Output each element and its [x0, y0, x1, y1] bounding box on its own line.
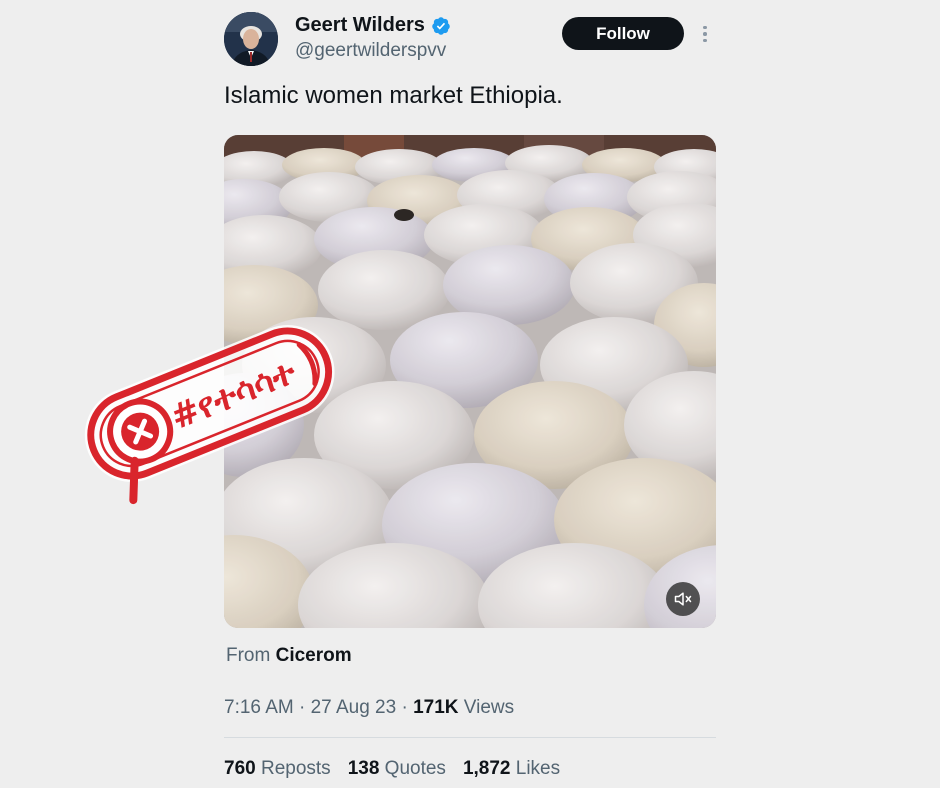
- verified-badge-icon: [432, 16, 450, 35]
- tweet-text: Islamic women market Ethiopia.: [224, 82, 563, 109]
- views-label: Views: [463, 697, 515, 718]
- author-name[interactable]: Geert Wilders: [295, 14, 451, 37]
- avatar[interactable]: [224, 12, 278, 66]
- tweet-time[interactable]: 7:16 AM: [224, 697, 294, 718]
- follow-button[interactable]: Follow: [562, 17, 684, 50]
- likes-label: Likes: [515, 758, 561, 779]
- reposts-stat[interactable]: 760 Reposts: [224, 758, 331, 780]
- tweet-card: Geert Wilders @geertwilderspvv Follow Is…: [0, 0, 940, 788]
- likes-stat[interactable]: 1,872 Likes: [463, 758, 560, 780]
- false-claim-stamp: #የተሳሳተ: [84, 325, 335, 505]
- quotes-stat[interactable]: 138 Quotes: [348, 758, 446, 780]
- divider: [224, 737, 716, 738]
- reposts-label: Reposts: [260, 758, 331, 779]
- source-prefix: From: [226, 645, 271, 666]
- quotes-label: Quotes: [384, 758, 446, 779]
- author-handle[interactable]: @geertwilderspvv: [295, 40, 446, 62]
- tweet-meta: 7:16 AM · 27 Aug 23 · 171K Views: [224, 697, 515, 718]
- volume-muted-icon[interactable]: [666, 582, 700, 616]
- engagement-stats: 760 Reposts 138 Quotes 1,872 Likes: [224, 758, 560, 780]
- reposts-count: 760: [224, 758, 256, 779]
- likes-count: 1,872: [462, 758, 511, 779]
- tweet-date[interactable]: 27 Aug 23: [311, 697, 397, 718]
- quotes-count: 138: [347, 758, 380, 779]
- source-link[interactable]: Cicerom: [276, 645, 352, 666]
- author-name-text: Geert Wilders: [295, 14, 425, 36]
- more-vertical-icon[interactable]: [696, 22, 714, 46]
- views-count: 171K: [413, 697, 459, 718]
- video-source: From Cicerom: [226, 645, 352, 667]
